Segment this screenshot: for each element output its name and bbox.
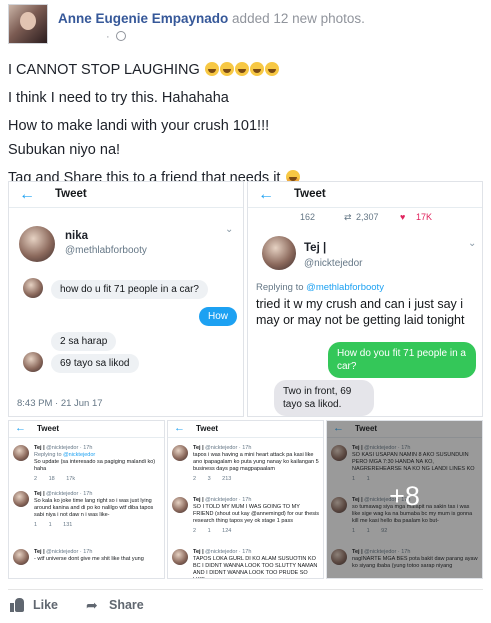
globe-icon[interactable] bbox=[115, 31, 126, 41]
mini-tweet: Tej | @nicktejedor · 17h So kala ko joke… bbox=[13, 491, 161, 529]
like-button[interactable]: Like bbox=[10, 598, 58, 612]
chat-bubble: 2 sa harap bbox=[51, 332, 117, 351]
tweet-name: Tej | bbox=[304, 242, 327, 254]
chevron-down-icon: ⌄ bbox=[468, 238, 477, 249]
photo-3[interactable]: ← Tweet Tej | @nicktejedor · 17h Replyin… bbox=[8, 420, 165, 579]
tweet-header: ← Tweet bbox=[248, 182, 482, 208]
more-photos-count: +8 bbox=[389, 481, 420, 511]
tweet-avatar bbox=[13, 549, 29, 565]
author-avatar[interactable] bbox=[8, 4, 48, 44]
chat-bubble: 69 tayo sa likod bbox=[51, 354, 139, 373]
more-photos-overlay[interactable]: +8 bbox=[327, 421, 482, 578]
retweet-icon: ⇄ bbox=[344, 212, 352, 222]
photo-grid: ← Tweet nika @methlabforbooty ⌄ how do u… bbox=[8, 181, 483, 579]
retweet-count: 2,307 bbox=[356, 212, 379, 222]
post-line-2: I think I need to try this. Hahahaha bbox=[8, 90, 229, 106]
post-actions: Like ➦ Share bbox=[8, 589, 483, 623]
post-line-4: Subukan niyo na! bbox=[8, 142, 121, 158]
share-label: Share bbox=[109, 598, 144, 612]
tweet-avatar bbox=[13, 445, 29, 461]
tweet-avatar bbox=[172, 445, 188, 461]
chat-avatar bbox=[23, 352, 43, 372]
back-arrow-icon: ← bbox=[174, 422, 185, 434]
mini-tweet: Tej | @nicktejedor · 17h tapos i was hav… bbox=[172, 445, 320, 483]
photo-5-more[interactable]: ← Tweet Tej | @nicktejedor · 17h SO KASI… bbox=[326, 420, 483, 579]
reply-count: 162 bbox=[300, 212, 316, 222]
post-line-3: How to make landi with your crush 101!!! bbox=[8, 118, 270, 134]
photo-4[interactable]: ← Tweet Tej | @nicktejedor · 17h tapos i… bbox=[167, 420, 324, 579]
tweet-header: ← Tweet bbox=[9, 421, 164, 438]
like-count: 17K bbox=[416, 212, 433, 222]
photo-1[interactable]: ← Tweet nika @methlabforbooty ⌄ how do u… bbox=[8, 181, 244, 417]
tweet-text: tried it w my crush and can i just say i… bbox=[256, 297, 465, 327]
replying-to: Replying to @methlabforbooty bbox=[256, 282, 384, 293]
laughing-emoji-icon bbox=[204, 62, 219, 76]
meta-dot: · bbox=[106, 31, 110, 43]
back-arrow-icon: ← bbox=[15, 422, 26, 434]
chat-avatar bbox=[23, 278, 43, 298]
tweet-title: Tweet bbox=[55, 188, 87, 200]
chat-bubble: how do u fit 71 people in a car? bbox=[51, 280, 208, 299]
post-header: Anne Eugenie Empaynado added 12 new phot… bbox=[8, 4, 488, 50]
share-button[interactable]: ➦ Share bbox=[86, 598, 144, 612]
tweet-name: nika bbox=[65, 230, 89, 242]
tweet-header: ← Tweet bbox=[9, 182, 243, 208]
tweet-handle: @methlabforbooty bbox=[65, 245, 147, 256]
back-arrow-icon: ← bbox=[19, 186, 35, 203]
author-name[interactable]: Anne Eugenie Empaynado bbox=[58, 11, 228, 26]
post-meta: · bbox=[106, 31, 126, 43]
tweet-title: Tweet bbox=[37, 424, 60, 433]
imessage-out: How do you fit 71 people in a car? bbox=[328, 342, 476, 378]
photo-2[interactable]: ← Tweet 162 ⇄ 2,307 ♥ 17K Tej | @nicktej… bbox=[247, 181, 483, 417]
post-action-text: added 12 new photos. bbox=[232, 11, 365, 26]
laughing-emoji-icon bbox=[249, 62, 264, 76]
mini-tweet: Tej | @nicktejedor · 17h SO I TOLD MY MU… bbox=[172, 497, 320, 535]
laughing-emoji-icon bbox=[234, 62, 249, 76]
post-line-1: I CANNOT STOP LAUGHING bbox=[8, 58, 483, 82]
tweet-avatar bbox=[13, 491, 29, 507]
mini-tweet: Tej | @nicktejedor · 17h - wtf universe … bbox=[13, 549, 161, 565]
post-title-line: Anne Eugenie Empaynado added 12 new phot… bbox=[58, 11, 365, 26]
back-arrow-icon: ← bbox=[258, 186, 274, 203]
share-icon: ➦ bbox=[86, 597, 98, 613]
tweet-avatar bbox=[19, 226, 55, 262]
tweet-title: Tweet bbox=[294, 188, 326, 200]
tweet-title: Tweet bbox=[196, 424, 219, 433]
laughing-emoji-icon bbox=[219, 62, 234, 76]
tweet-timestamp: 8:43 PM · 21 Jun 17 bbox=[17, 398, 103, 409]
tweet-handle: @nicktejedor bbox=[304, 258, 363, 269]
heart-icon: ♥ bbox=[400, 212, 406, 222]
mini-tweet: Tej | @nicktejedor · 17h Replying to @ni… bbox=[13, 445, 161, 483]
tweet-avatar bbox=[172, 497, 188, 513]
mini-tweet: Tej | @nicktejedor · 17h TAPOS LOKA GURL… bbox=[172, 549, 320, 578]
chat-bubble: How bbox=[199, 307, 238, 326]
tweet-avatar bbox=[262, 236, 296, 270]
tweet-header: ← Tweet bbox=[168, 421, 323, 438]
laughing-emoji-icon bbox=[264, 62, 279, 76]
tweet-avatar bbox=[172, 549, 188, 565]
post-text: I CANNOT STOP LAUGHING I think I need to… bbox=[8, 58, 483, 190]
like-label: Like bbox=[33, 598, 59, 612]
thumbs-up-icon bbox=[10, 598, 26, 612]
chevron-down-icon: ⌄ bbox=[225, 224, 234, 235]
imessage-in: Two in front, 69 tayo sa likod. bbox=[274, 380, 374, 416]
